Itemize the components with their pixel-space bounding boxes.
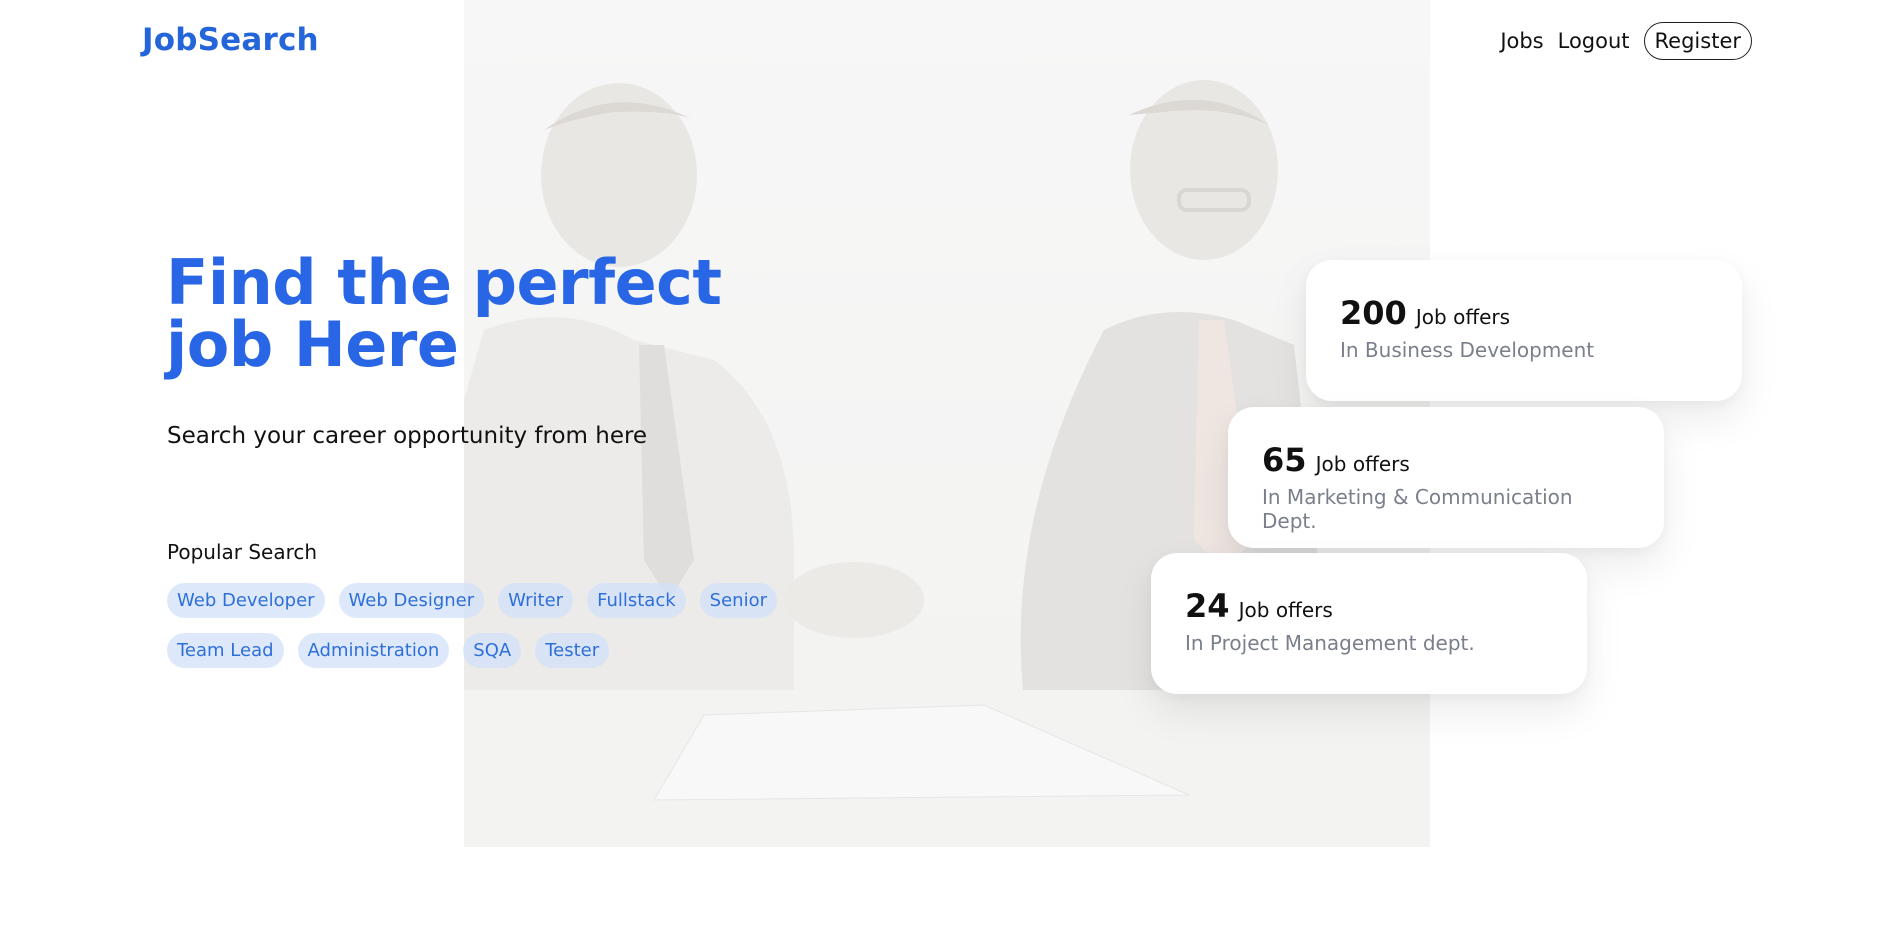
- hero-headline: Find the perfect job Here: [166, 252, 726, 376]
- tag-tester[interactable]: Tester: [535, 633, 610, 668]
- stat-label: Job offers: [1315, 452, 1410, 476]
- stat-card-project-management[interactable]: 24 Job offers In Project Management dept…: [1151, 553, 1587, 694]
- stat-department: In Marketing & Communication Dept.: [1262, 485, 1573, 533]
- stat-count: 65: [1262, 441, 1307, 479]
- stat-count: 200: [1340, 294, 1407, 332]
- tag-sqa[interactable]: SQA: [463, 633, 522, 668]
- stat-card-business[interactable]: 200 Job offers In Business Development: [1306, 260, 1742, 401]
- tag-administration[interactable]: Administration: [297, 633, 450, 668]
- stat-label: Job offers: [1415, 305, 1511, 329]
- tag-team-lead[interactable]: Team Lead: [167, 633, 284, 668]
- stat-department: In Business Development: [1340, 338, 1595, 362]
- top-nav: Jobs Logout Register: [1500, 22, 1752, 60]
- tag-web-developer[interactable]: Web Developer: [167, 583, 325, 618]
- stat-department: In Project Management dept.: [1185, 631, 1475, 655]
- tag-senior[interactable]: Senior: [699, 583, 777, 618]
- stat-card-marketing[interactable]: 65 Job offers In Marketing & Communicati…: [1228, 407, 1664, 548]
- brand-logo[interactable]: JobSearch: [142, 22, 319, 58]
- register-button[interactable]: Register: [1643, 22, 1752, 60]
- stat-label: Job offers: [1238, 598, 1333, 622]
- nav-link-logout[interactable]: Logout: [1558, 29, 1630, 53]
- tag-web-designer[interactable]: Web Designer: [338, 583, 485, 618]
- stat-count: 24: [1185, 587, 1230, 625]
- headline-line-2: job Here: [166, 308, 459, 381]
- popular-search-label: Popular Search: [167, 540, 318, 564]
- nav-link-jobs[interactable]: Jobs: [1500, 29, 1543, 53]
- popular-search-tags: Web Developer Web Designer Writer Fullst…: [167, 583, 807, 668]
- landing-page: JobSearch Jobs Logout Register Find the …: [0, 0, 1900, 935]
- hero-subheadline: Search your career opportunity from here: [167, 423, 648, 449]
- tag-fullstack[interactable]: Fullstack: [587, 583, 686, 618]
- tag-writer[interactable]: Writer: [498, 583, 574, 618]
